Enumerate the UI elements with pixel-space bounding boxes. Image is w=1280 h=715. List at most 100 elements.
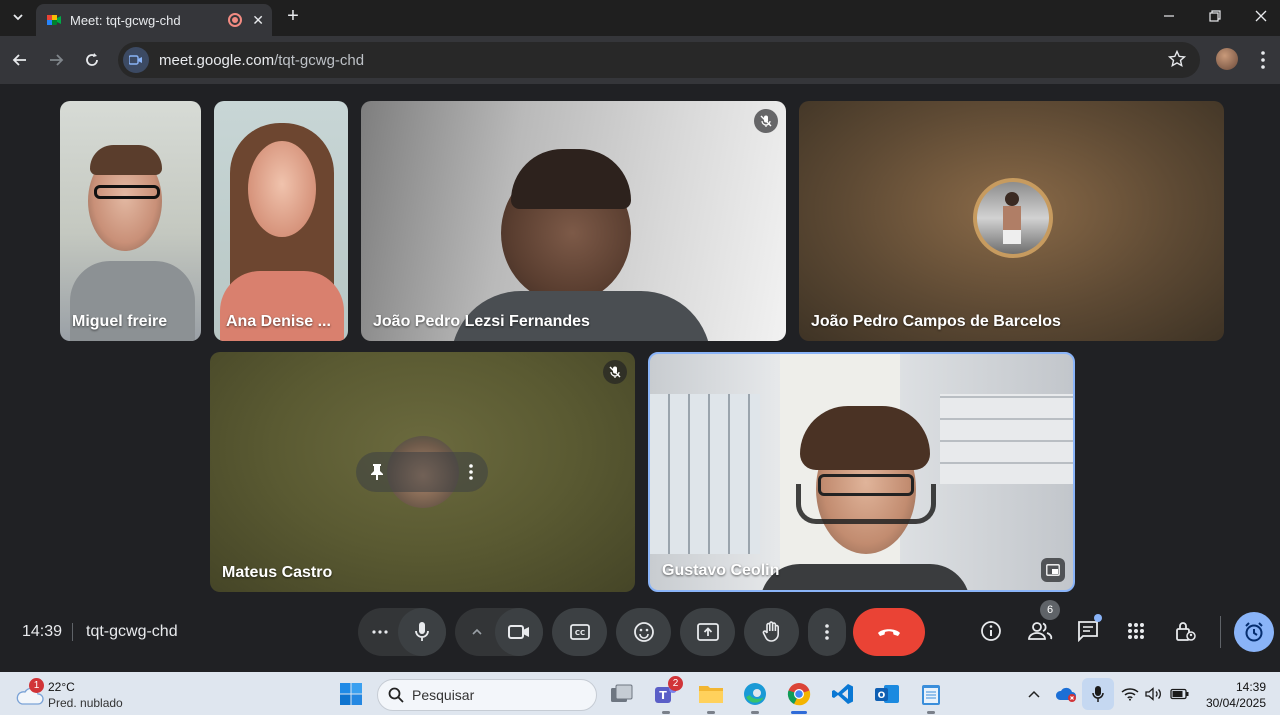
bookmark-star-button[interactable]	[1167, 49, 1187, 73]
background-ceiling	[940, 394, 1073, 484]
forward-button[interactable]	[44, 48, 68, 72]
taskbar-vscode[interactable]	[829, 680, 857, 708]
video-camera-icon	[129, 55, 142, 65]
tab-close-button[interactable]: ✕	[252, 12, 264, 29]
taskbar-edge[interactable]	[741, 680, 769, 714]
present-to-all-icon	[696, 623, 719, 641]
back-button[interactable]	[8, 48, 32, 72]
arrow-right-icon	[50, 54, 64, 66]
present-screen-button[interactable]	[680, 608, 735, 656]
new-tab-button[interactable]: +	[282, 5, 304, 27]
tab-search-button[interactable]	[6, 5, 30, 29]
participant-tile[interactable]: João Pedro Campos de Barcelos	[799, 101, 1224, 341]
show-hidden-icons-button[interactable]	[1020, 680, 1048, 708]
onedrive-tray[interactable]	[1052, 680, 1080, 708]
host-controls-button[interactable]	[1170, 616, 1200, 646]
pin-icon[interactable]	[370, 463, 384, 481]
taskbar-search[interactable]: Pesquisar	[377, 679, 597, 711]
participant-tile[interactable]: Miguel freire	[60, 101, 201, 341]
info-icon	[981, 621, 1001, 641]
mic-off-icon	[609, 366, 621, 378]
activities-button[interactable]	[1121, 616, 1151, 646]
reactions-button[interactable]	[616, 608, 671, 656]
wifi-icon	[1121, 688, 1139, 701]
raise-hand-button[interactable]	[744, 608, 799, 656]
meeting-time: 14:39	[22, 623, 63, 640]
more-options-button[interactable]	[808, 608, 846, 656]
taskbar-teams[interactable]: T 2	[652, 676, 683, 714]
teams-notification-badge: 2	[668, 676, 683, 691]
microphone-icon	[415, 622, 429, 641]
folder-icon	[699, 686, 723, 703]
participant-tile-self[interactable]: Gustavo Ceolin	[648, 352, 1075, 592]
chevron-up-icon	[472, 628, 482, 635]
browser-toolbar: meet.google.com/tqt-gcwg-chd	[0, 36, 1280, 84]
taskbar-notepad[interactable]	[917, 680, 945, 714]
meet-stage: Miguel freire Ana Denise ... João Pedro …	[0, 84, 1280, 672]
participant-name: Ana Denise ...	[226, 313, 331, 330]
battery-charging-icon	[1170, 688, 1189, 700]
address-bar[interactable]: meet.google.com/tqt-gcwg-chd	[118, 42, 1200, 78]
people-button[interactable]	[1025, 616, 1055, 646]
leave-call-button[interactable]	[853, 608, 925, 656]
glasses	[94, 185, 160, 199]
browser-menu-button[interactable]	[1256, 48, 1270, 72]
svg-text:CC: CC	[574, 629, 584, 637]
browser-tab-meet[interactable]: Meet: tqt-gcwg-chd ✕	[36, 4, 272, 36]
running-indicator	[751, 711, 759, 714]
mic-off-icon	[760, 115, 772, 127]
captions-button[interactable]: CC	[552, 608, 607, 656]
site-info-button[interactable]	[123, 47, 149, 73]
participant-name: Miguel freire	[72, 313, 168, 330]
more-vertical-icon[interactable]	[468, 463, 474, 481]
participant-video	[248, 141, 316, 237]
active-indicator	[791, 711, 807, 714]
vscode-icon	[832, 684, 853, 704]
task-view-button[interactable]	[608, 680, 636, 708]
participant-tile[interactable]: Mateus Castro	[210, 352, 635, 592]
windows-taskbar: 1 22°C Pred. nublado Pesquisar T 2 O 14:…	[0, 672, 1280, 715]
people-count-badge: 6	[1040, 600, 1060, 620]
taskbar-clock[interactable]: 14:39 30/04/2025	[1190, 672, 1280, 715]
participant-hair	[800, 406, 930, 470]
volume-status[interactable]	[1140, 680, 1168, 708]
headphones	[796, 484, 936, 524]
start-button[interactable]	[337, 680, 365, 708]
weather-widget[interactable]: 1 22°C Pred. nublado	[12, 676, 132, 712]
notepad-icon	[922, 685, 940, 705]
camera-button[interactable]	[495, 608, 543, 656]
more-vertical-icon	[825, 624, 829, 640]
edge-browser-icon	[744, 683, 766, 705]
taskbar-outlook[interactable]: O	[873, 680, 901, 708]
taskbar-file-explorer[interactable]	[697, 680, 725, 714]
chat-unread-dot	[1094, 614, 1102, 622]
video-options-button[interactable]	[455, 608, 499, 656]
phone-hangup-icon	[878, 629, 900, 636]
participant-name: Mateus Castro	[222, 564, 333, 581]
svg-text:O: O	[878, 691, 886, 701]
profile-avatar[interactable]	[1216, 48, 1238, 70]
meeting-code: tqt-gcwg-chd	[86, 623, 178, 640]
minimize-button[interactable]	[1146, 0, 1192, 32]
meeting-details-button[interactable]	[976, 616, 1006, 646]
audio-options-button[interactable]	[358, 608, 402, 656]
restore-button[interactable]	[1192, 0, 1238, 32]
restore-icon	[1209, 10, 1221, 22]
companion-timer-button[interactable]	[1234, 612, 1274, 652]
weather-description: Pred. nublado	[48, 696, 123, 710]
video-camera-icon	[508, 625, 529, 639]
participant-tile[interactable]: João Pedro Lezsi Fernandes	[361, 101, 786, 341]
svg-text:T: T	[659, 689, 667, 702]
url-path: /tqt-gcwg-chd	[274, 51, 365, 69]
self-view-toggle-button[interactable]	[1041, 558, 1065, 582]
weather-alert-badge: 1	[29, 678, 44, 693]
url-text: meet.google.com/tqt-gcwg-chd	[159, 52, 364, 69]
mic-in-use-indicator[interactable]	[1082, 678, 1114, 710]
microphone-button[interactable]	[398, 608, 446, 656]
url-host: meet.google.com	[159, 51, 275, 69]
participant-tile[interactable]: Ana Denise ...	[214, 101, 348, 341]
running-indicator	[707, 711, 715, 714]
reload-button[interactable]	[80, 48, 104, 72]
taskbar-chrome[interactable]	[785, 680, 813, 714]
close-window-button[interactable]	[1238, 0, 1280, 32]
